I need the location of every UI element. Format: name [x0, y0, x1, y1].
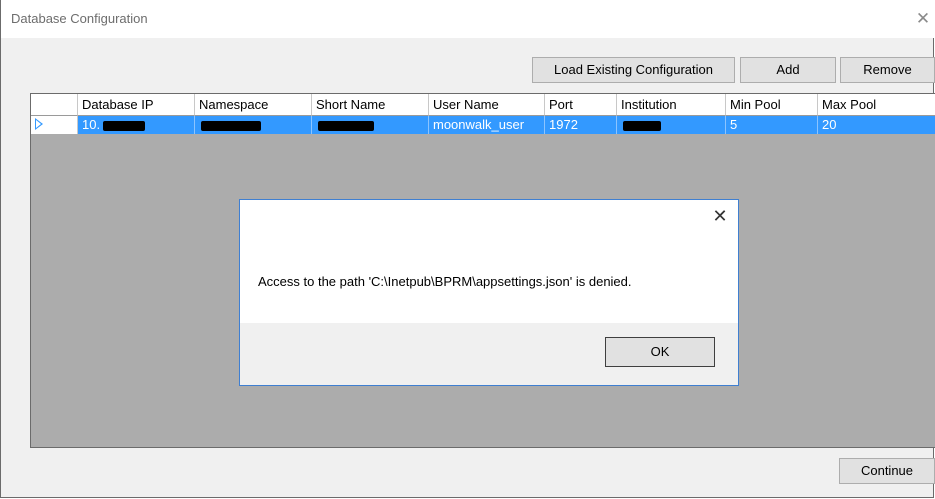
redaction-mark — [318, 120, 374, 131]
current-row-arrow-icon — [35, 118, 43, 130]
dialog-message: Access to the path 'C:\Inetpub\BPRM\apps… — [258, 274, 632, 289]
window-title: Database Configuration — [11, 11, 148, 26]
column-header-port[interactable]: Port — [545, 94, 617, 116]
dialog-close-icon[interactable]: ✕ — [710, 206, 730, 226]
cell-institution[interactable] — [617, 116, 726, 134]
continue-button[interactable]: Continue — [839, 458, 935, 484]
load-existing-configuration-button[interactable]: Load Existing Configuration — [532, 57, 735, 83]
redaction-mark — [103, 120, 146, 131]
cell-port[interactable]: 1972 — [545, 116, 617, 134]
redaction-mark — [623, 120, 661, 131]
add-button[interactable]: Add — [740, 57, 836, 83]
ok-button[interactable]: OK — [605, 337, 715, 367]
dialog-footer: OK — [240, 323, 738, 385]
column-header-max-pool[interactable]: Max Pool — [818, 94, 935, 116]
cell-short-name[interactable] — [312, 116, 429, 134]
column-header-user-name[interactable]: User Name — [429, 94, 545, 116]
column-header-database-ip[interactable]: Database IP — [78, 94, 195, 116]
cell-max-pool[interactable]: 20 — [818, 116, 935, 134]
column-header-institution[interactable]: Institution — [617, 94, 726, 116]
column-header-min-pool[interactable]: Min Pool — [726, 94, 818, 116]
window-close-icon[interactable]: ✕ — [912, 8, 934, 30]
redaction-mark — [201, 120, 261, 131]
remove-button[interactable]: Remove — [840, 57, 935, 83]
row-header[interactable] — [31, 116, 78, 134]
grid-corner-header — [31, 94, 78, 116]
cell-database-ip-text: 10. — [82, 117, 101, 132]
column-header-short-name[interactable]: Short Name — [312, 94, 429, 116]
cell-min-pool[interactable]: 5 — [726, 116, 818, 134]
cell-database-ip[interactable]: 10. — [78, 116, 195, 134]
cell-namespace[interactable] — [195, 116, 312, 134]
column-header-namespace[interactable]: Namespace — [195, 94, 312, 116]
error-message-dialog: ✕ Access to the path 'C:\Inetpub\BPRM\ap… — [239, 199, 739, 386]
title-bar: Database Configuration ✕ — [1, 0, 934, 38]
cell-user-name[interactable]: moonwalk_user — [429, 116, 545, 134]
